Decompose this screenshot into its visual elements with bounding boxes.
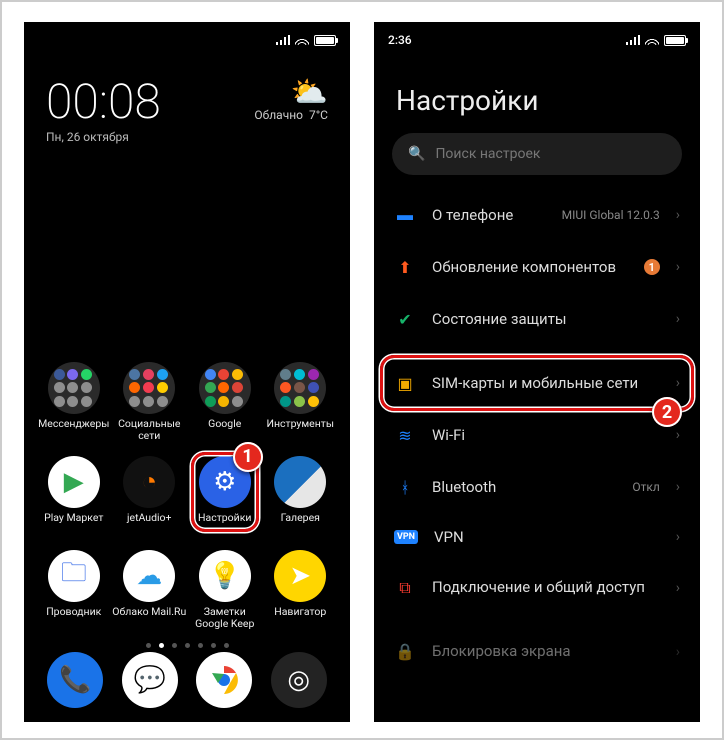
app-label: Заметки Google Keep <box>188 606 262 630</box>
clock-date: Пн, 26 октября <box>46 130 161 144</box>
row-label: О телефоне <box>432 206 546 225</box>
app-icon: ☁ <box>123 550 175 602</box>
app-label: Play Маркет <box>44 512 103 536</box>
settings-row-about[interactable]: ▬ О телефоне MIUI Global 12.0.3 › <box>374 189 700 241</box>
app-label: Инструменты <box>266 418 334 442</box>
row-meta: Откл <box>632 480 659 494</box>
signal-icon <box>626 35 640 45</box>
row-label: Обновление компонентов <box>432 258 628 277</box>
folder-Мессенджеры[interactable]: Мессенджеры <box>36 362 112 442</box>
app-Play Маркет[interactable]: ▶ Play Маркет <box>36 456 112 536</box>
settings-row-lock[interactable]: 🔒 Блокировка экрана › <box>374 626 700 678</box>
folder-icon <box>199 362 251 414</box>
chevron-right-icon: › <box>676 644 680 660</box>
highlight-sim-row <box>380 355 694 411</box>
app-icon: 🗀 <box>48 550 100 602</box>
search-placeholder: Поиск настроек <box>435 146 540 162</box>
app-Проводник[interactable]: 🗀 Проводник <box>36 550 112 630</box>
settings-row-security[interactable]: ✔ Состояние защиты › <box>374 293 700 345</box>
update-icon: ⬆ <box>394 256 416 278</box>
callout-marker-1: 1 <box>233 442 263 472</box>
clock-time[interactable]: 00:08 <box>46 78 161 126</box>
settings-row-wifi[interactable]: ≋ Wi-Fi › <box>374 409 700 461</box>
chevron-right-icon: › <box>676 427 680 443</box>
app-label: Google <box>208 418 241 442</box>
folder-icon <box>48 362 100 414</box>
about-icon: ▬ <box>394 204 416 226</box>
settings-row-vpn[interactable]: VPN VPN › <box>374 513 700 562</box>
phone-settings-screen: 2:36 Настройки 🔍 Поиск настроек ▬ О телеф… <box>374 22 700 722</box>
folder-Google[interactable]: Google <box>187 362 263 442</box>
wifi-icon: ≋ <box>394 424 416 446</box>
app-Облако Mail.Ru[interactable]: ☁ Облако Mail.Ru <box>112 550 188 630</box>
app-label: Проводник <box>46 606 101 630</box>
app-label: jetAudio+ <box>127 512 172 536</box>
dock-messages[interactable]: 💬 <box>122 652 178 708</box>
battery-icon <box>314 35 336 46</box>
chevron-right-icon: › <box>676 259 680 275</box>
bt-icon: ᚼ <box>394 476 416 498</box>
wifi-icon <box>645 35 659 45</box>
lock-icon: 🔒 <box>394 641 416 663</box>
chevron-right-icon: › <box>676 529 680 545</box>
settings-list: ▬ О телефоне MIUI Global 12.0.3 › ⬆ Обновлени… <box>374 189 700 648</box>
row-label: Блокировка экрана <box>432 642 660 661</box>
hotspot-icon: ⧉ <box>394 577 416 599</box>
page-indicator <box>24 643 350 648</box>
weather-icon: ⛅ <box>254 78 328 108</box>
dock: 📞 💬 ◎ <box>24 652 350 712</box>
app-label: Социальные сети <box>112 418 186 442</box>
settings-row-bt[interactable]: ᚼ Bluetooth Откл › <box>374 461 700 513</box>
app-icon: ◔ <box>123 456 175 508</box>
chevron-right-icon: › <box>676 207 680 223</box>
app-jetAudio+[interactable]: ◔ jetAudio+ <box>112 456 188 536</box>
row-meta: MIUI Global 12.0.3 <box>562 208 660 222</box>
status-bar: 2:36 <box>374 22 700 52</box>
app-icon: ➤ <box>274 550 326 602</box>
app-icon <box>274 456 326 508</box>
row-label: VPN <box>434 528 660 547</box>
wifi-icon <box>295 35 309 45</box>
search-icon: 🔍 <box>408 146 425 162</box>
phone-home-screen: 00:08 Пн, 26 октября ⛅ Облачно 7°C Мессе… <box>24 22 350 722</box>
app-label: Мессенджеры <box>38 418 109 442</box>
status-time: 2:36 <box>388 33 412 47</box>
row-label: Состояние защиты <box>432 310 660 329</box>
folder-icon <box>123 362 175 414</box>
dock-phone[interactable]: 📞 <box>47 652 103 708</box>
app-label: Навигатор <box>274 606 326 630</box>
row-label: Wi-Fi <box>432 426 644 445</box>
folder-Инструменты[interactable]: Инструменты <box>263 362 339 442</box>
chevron-right-icon: › <box>676 580 680 596</box>
row-label: Bluetooth <box>432 478 616 497</box>
callout-marker-2: 2 <box>652 397 682 427</box>
battery-icon <box>664 35 686 46</box>
vpn-icon: VPN <box>394 530 418 544</box>
app-Галерея[interactable]: Галерея <box>263 456 339 536</box>
chevron-right-icon: › <box>676 311 680 327</box>
folder-Социальные сети[interactable]: Социальные сети <box>112 362 188 442</box>
dock-chrome[interactable] <box>196 652 252 708</box>
app-Заметки Google Keep[interactable]: 💡 Заметки Google Keep <box>187 550 263 630</box>
app-label: Галерея <box>281 512 320 536</box>
chevron-right-icon: › <box>676 479 680 495</box>
app-Навигатор[interactable]: ➤ Навигатор <box>263 550 339 630</box>
page-title: Настройки <box>374 52 700 133</box>
dock-camera[interactable]: ◎ <box>271 652 327 708</box>
folder-icon <box>274 362 326 414</box>
weather-widget[interactable]: ⛅ Облачно 7°C <box>254 78 328 122</box>
security-icon: ✔ <box>394 308 416 330</box>
settings-row-update[interactable]: ⬆ Обновление компонентов 1 › <box>374 241 700 293</box>
app-Настройки[interactable]: ⚙Настройки1 <box>187 456 263 536</box>
app-icon: ▶ <box>48 456 100 508</box>
update-badge: 1 <box>644 259 660 275</box>
app-icon: 💡 <box>199 550 251 602</box>
settings-row-sim[interactable]: ▣SIM-карты и мобильные сети›2 <box>374 357 700 409</box>
status-bar <box>24 22 350 52</box>
settings-row-hotspot[interactable]: ⧉ Подключение и общий доступ › <box>374 562 700 614</box>
search-input[interactable]: 🔍 Поиск настроек <box>392 133 682 175</box>
row-label: Подключение и общий доступ <box>432 578 660 597</box>
signal-icon <box>276 35 290 45</box>
app-label: Облако Mail.Ru <box>112 606 186 630</box>
